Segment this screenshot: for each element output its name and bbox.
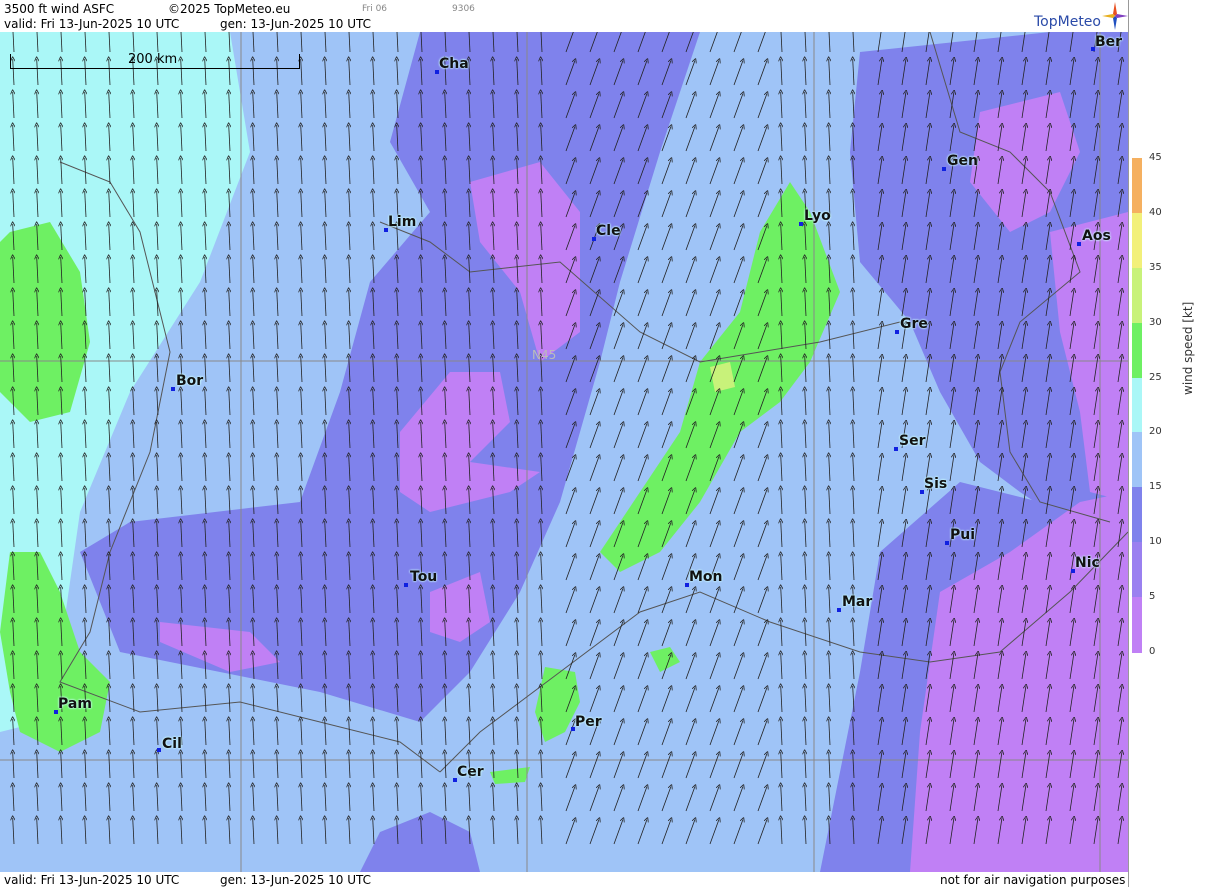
city-label[interactable]: Cer (457, 764, 484, 780)
legend-tick-label: 5 (1149, 591, 1156, 603)
legend-segment (1132, 212, 1142, 269)
legend-colorbar (1132, 158, 1142, 653)
grid-label: N45 (532, 348, 557, 362)
city-label[interactable]: Bor (176, 373, 203, 389)
legend-segment (1132, 267, 1142, 324)
legend-tick-label: 30 (1149, 316, 1162, 328)
model-code: 9306 (452, 4, 475, 14)
gen-time: gen: 13-Jun-2025 10 UTC (220, 17, 372, 31)
city-label[interactable]: Ber (1095, 34, 1122, 50)
legend-tick-label: 45 (1149, 152, 1162, 163)
legend-segment (1132, 322, 1142, 379)
city-label[interactable]: Pam (58, 696, 92, 712)
city-dot (895, 330, 899, 334)
city-label[interactable]: Cha (439, 56, 469, 72)
legend-segment (1132, 377, 1142, 434)
city-label[interactable]: Gen (947, 153, 978, 169)
city-label[interactable]: Lyo (804, 208, 831, 224)
compass-logo-icon (1102, 2, 1128, 30)
footer-bar: valid: Fri 13-Jun-2025 10 UTC gen: 13-Ju… (0, 872, 1128, 887)
scale-label: 200 km (128, 52, 178, 67)
city-label[interactable]: Per (575, 714, 602, 730)
city-label[interactable]: Aos (1082, 228, 1111, 244)
city-dot (404, 583, 408, 587)
city-label[interactable]: Gre (900, 316, 928, 332)
city-label[interactable]: Mar (842, 594, 872, 610)
legend-segment (1132, 158, 1142, 214)
city-dot (157, 748, 161, 752)
legend-tick-label: 40 (1149, 206, 1162, 218)
city-label[interactable]: Ser (899, 433, 925, 449)
city-label[interactable]: Cil (162, 736, 182, 752)
city-dot (1077, 242, 1081, 246)
legend-segment (1132, 432, 1142, 489)
legend-tick-label: 15 (1149, 481, 1162, 493)
city-label[interactable]: Nic (1075, 555, 1100, 571)
disclaimer: not for air navigation purposes (940, 873, 1126, 887)
legend-tick-label: 20 (1149, 426, 1162, 438)
legend-segment (1132, 487, 1142, 544)
city-dot (799, 222, 803, 226)
legend-segment (1132, 542, 1142, 599)
legend-tick-label: 0 (1149, 646, 1156, 657)
legend-segment (1132, 597, 1142, 653)
legend-tick-label: 25 (1149, 371, 1162, 383)
city-label[interactable]: Lim (388, 214, 416, 230)
city-label[interactable]: Sis (924, 476, 947, 492)
color-legend: 45 40 35 30 25 20 15 10 5 0 wind speed [kt] (1128, 0, 1219, 887)
city-dot (945, 541, 949, 545)
footer-valid-time: valid: Fri 13-Jun-2025 10 UTC (4, 873, 180, 887)
city-dot (837, 608, 841, 612)
city-label[interactable]: Cle (596, 223, 621, 239)
product-title: 3500 ft wind ASFC (4, 2, 115, 16)
brand-logo-text: TopMeteo (1034, 14, 1101, 30)
legend-tick-label: 35 (1149, 261, 1162, 273)
footer-gen-time: gen: 13-Jun-2025 10 UTC (220, 873, 372, 887)
city-label[interactable]: Pui (950, 527, 975, 543)
city-label[interactable]: Mon (689, 569, 723, 585)
legend-tick-label: 10 (1149, 536, 1162, 548)
copyright: ©2025 TopMeteo.eu (168, 2, 291, 16)
city-dot (171, 387, 175, 391)
city-dot (942, 167, 946, 171)
city-dot (894, 447, 898, 451)
day-tab[interactable]: Fri 06 (362, 4, 387, 14)
legend-title: wind speed [kt] (1181, 301, 1195, 395)
header-bar: 3500 ft wind ASFC ©2025 TopMeteo.eu Fri … (0, 0, 1128, 33)
city-label[interactable]: Tou (410, 569, 437, 585)
valid-time: valid: Fri 13-Jun-2025 10 UTC (4, 17, 180, 31)
